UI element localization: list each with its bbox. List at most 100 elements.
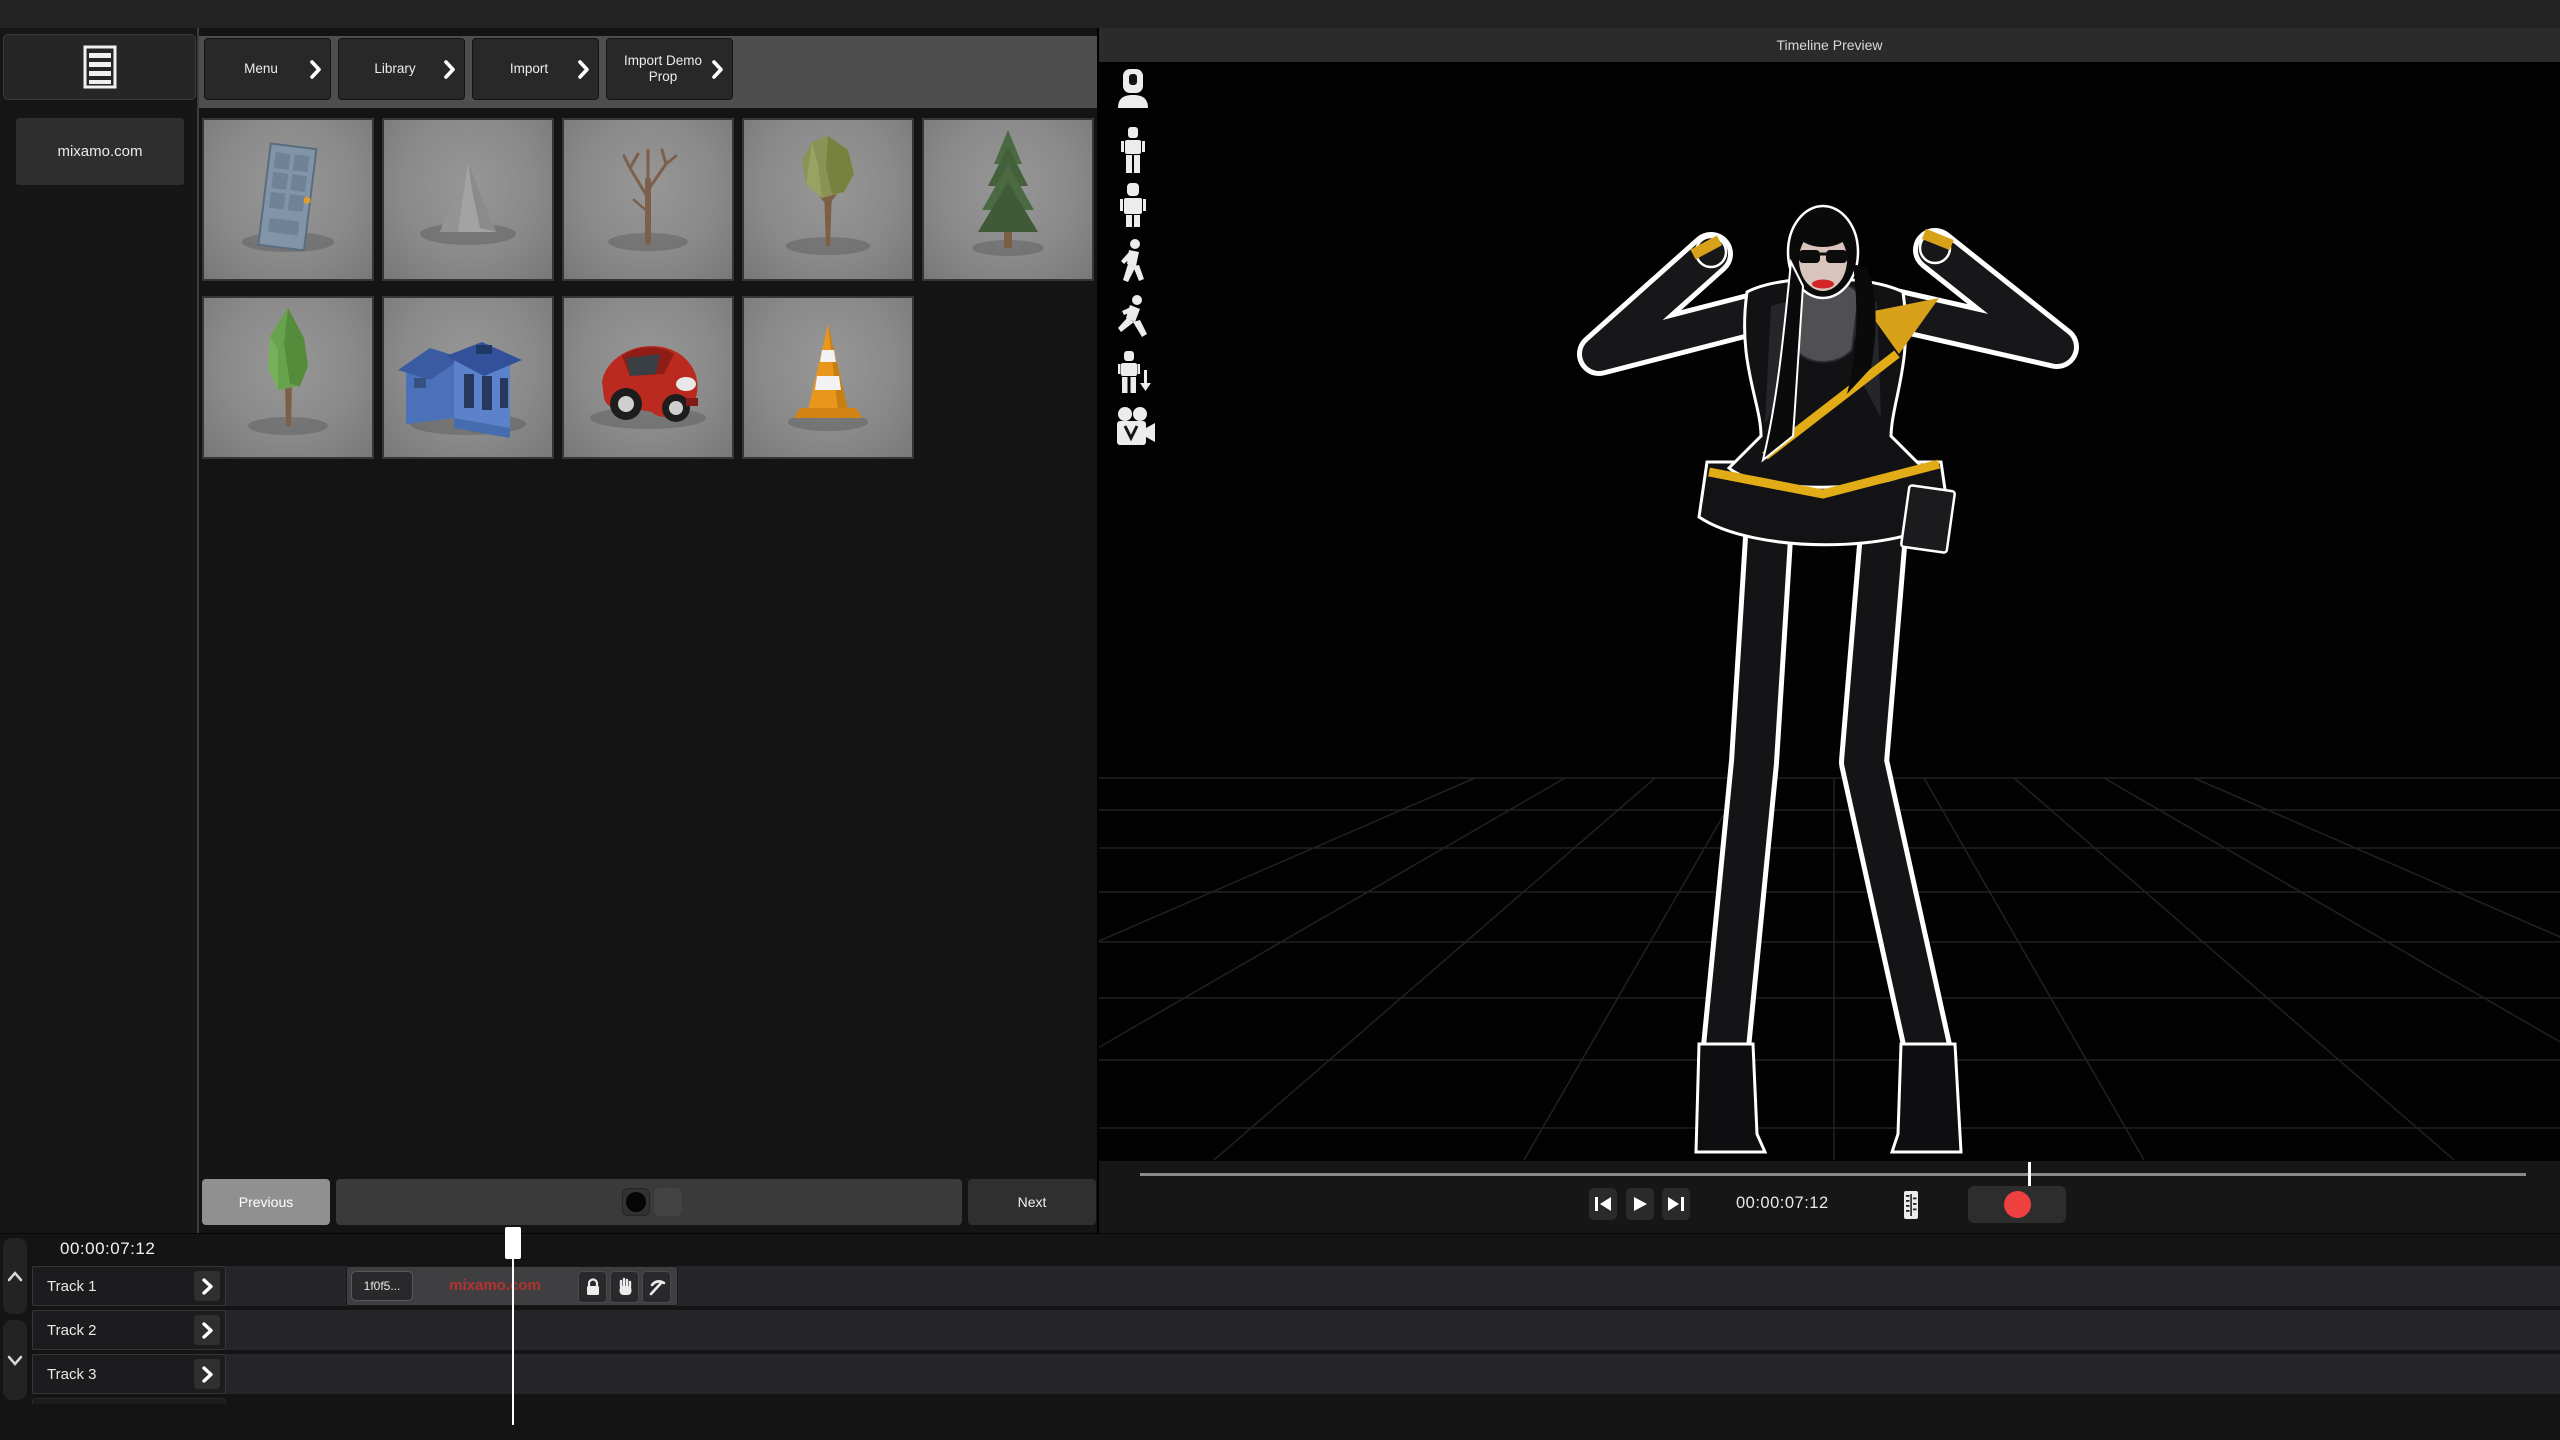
blue-house-thumbnail-art (384, 298, 552, 457)
mixamo-site-button[interactable]: mixamo.com (16, 118, 184, 185)
lips (1812, 280, 1834, 289)
green-tree-thumbnail-art (204, 298, 372, 457)
track-3-header[interactable]: Track 3 (32, 1354, 226, 1394)
asset-thumb-bare-tree[interactable] (562, 118, 734, 281)
list-icon (83, 45, 117, 89)
face-camera-icon[interactable] (1114, 68, 1154, 113)
track-2-label: Track 2 (47, 1322, 194, 1339)
library-button-label: Library (339, 61, 443, 77)
run-camera-icon[interactable] (1114, 294, 1154, 345)
track-1-header[interactable]: Track 1 (32, 1266, 226, 1306)
skip-end-button[interactable] (1662, 1188, 1690, 1220)
record-button[interactable] (1968, 1186, 2066, 1223)
frame-counter-button[interactable] (1897, 1189, 1925, 1221)
track-1-expand-button[interactable] (194, 1271, 220, 1301)
skip-start-button[interactable] (1589, 1188, 1617, 1220)
timeline-scroll-up[interactable] (3, 1238, 27, 1314)
track-2-header[interactable]: Track 2 (32, 1310, 226, 1350)
leafy-tree-thumbnail-art (744, 120, 912, 279)
red-car-thumbnail-art (564, 298, 732, 457)
asset-thumb-red-car[interactable] (562, 296, 734, 459)
video-camera-icon[interactable] (1114, 406, 1154, 455)
grid-floor (1099, 778, 2560, 1160)
chevron-down-icon (7, 1354, 23, 1366)
library-button[interactable]: Library (338, 38, 465, 100)
record-dot-icon (2004, 1191, 2031, 1218)
track-3-label: Track 3 (47, 1366, 194, 1383)
clip-source-label: mixamo.com (433, 1277, 557, 1294)
menu-button[interactable]: Menu (204, 38, 331, 100)
skip-start-icon (1594, 1196, 1612, 1212)
door-thumbnail-art (204, 120, 372, 279)
character-figure (1599, 206, 2057, 1152)
timeline-playhead-handle[interactable] (505, 1227, 521, 1259)
previous-page-button[interactable]: Previous (202, 1179, 330, 1225)
track-1-label: Track 1 (47, 1278, 194, 1295)
import-button[interactable]: Import (472, 38, 599, 100)
timeline-playhead-line (512, 1259, 514, 1425)
preview-playhead[interactable] (2028, 1162, 2031, 1187)
track-4-header-partial (32, 1398, 226, 1404)
lock-icon (584, 1277, 602, 1297)
skip-end-icon (1667, 1196, 1685, 1212)
pine-tree-thumbnail-art (924, 120, 1092, 279)
chevron-up-icon (7, 1270, 23, 1282)
hand-icon (616, 1277, 634, 1297)
chevron-right-icon (202, 1366, 213, 1383)
pickaxe-icon (648, 1277, 666, 1297)
asset-thumb-pine-tree[interactable] (922, 118, 1094, 281)
clip-lock-button[interactable] (578, 1271, 607, 1303)
transport-timecode: 00:00:07:12 (1736, 1194, 1862, 1213)
character-drop-icon[interactable] (1114, 350, 1154, 399)
page-indicator-bar (336, 1179, 962, 1225)
mixamo-site-label: mixamo.com (57, 143, 142, 160)
half-body-camera-icon[interactable] (1114, 182, 1154, 233)
page-indicator-inactive[interactable] (654, 1188, 682, 1216)
import-demo-prop-label: Import Demo Prop (607, 53, 711, 84)
track-3-lane[interactable] (32, 1354, 2560, 1394)
asset-thumb-green-tree[interactable] (202, 296, 374, 459)
track-2-expand-button[interactable] (194, 1315, 220, 1345)
previous-page-label: Previous (239, 1194, 293, 1210)
film-counter-icon (1901, 1189, 1921, 1221)
clip-id-button[interactable]: 1f0f5... (351, 1271, 413, 1301)
timeline-scroll-down[interactable] (3, 1320, 27, 1400)
play-button[interactable] (1626, 1188, 1654, 1220)
track-3-expand-button[interactable] (194, 1359, 220, 1389)
top-bar (0, 0, 2560, 28)
asset-thumb-blue-house[interactable] (382, 296, 554, 459)
rock-thumbnail-art (384, 120, 552, 279)
chevron-right-icon (202, 1278, 213, 1295)
asset-thumb-door[interactable] (202, 118, 374, 281)
track-2-lane[interactable] (32, 1310, 2560, 1350)
chevron-right-icon (202, 1322, 213, 1339)
import-button-label: Import (473, 61, 577, 77)
preview-scrubber[interactable] (1140, 1173, 2526, 1176)
chevron-right-icon (443, 60, 457, 79)
clip-pick-button[interactable] (642, 1271, 671, 1303)
asset-thumb-traffic-cone[interactable] (742, 296, 914, 459)
asset-thumb-rock[interactable] (382, 118, 554, 281)
next-page-button[interactable]: Next (968, 1179, 1096, 1225)
next-page-label: Next (1018, 1194, 1047, 1210)
play-icon (1632, 1196, 1648, 1212)
viewport-3d[interactable] (1099, 62, 2560, 1160)
bare-tree-thumbnail-art (564, 120, 732, 279)
traffic-cone-thumbnail-art (744, 298, 912, 457)
page-indicator-active[interactable] (622, 1188, 650, 1216)
viewport-scene (1099, 62, 2560, 1160)
import-demo-prop-button[interactable]: Import Demo Prop (606, 38, 733, 100)
clip-hand-button[interactable] (610, 1271, 639, 1303)
sidebar (0, 28, 197, 1233)
viewport-title: Timeline Preview (1776, 37, 1882, 53)
full-body-camera-icon[interactable] (1114, 126, 1154, 179)
asset-thumb-leafy-tree[interactable] (742, 118, 914, 281)
walk-camera-icon[interactable] (1114, 238, 1154, 289)
chevron-right-icon (577, 60, 591, 79)
timeline-timecode: 00:00:07:12 (60, 1239, 155, 1259)
viewport-title-bar: Timeline Preview (1099, 28, 2560, 62)
chevron-right-icon (711, 60, 725, 79)
main-menu-button[interactable] (3, 34, 196, 100)
menu-button-label: Menu (205, 61, 309, 77)
chevron-right-icon (309, 60, 323, 79)
